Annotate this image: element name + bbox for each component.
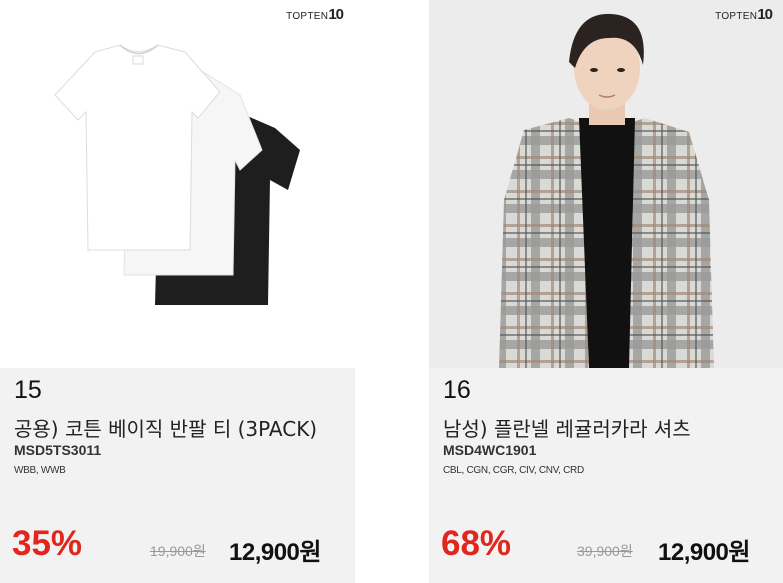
product-name[interactable]: 공용) 코튼 베이직 반팔 티 (3PACK) (14, 413, 317, 442)
flannel-shirt-model-image (499, 13, 714, 368)
product-name[interactable]: 남성) 플란넬 레귤러카라 셔츠 (443, 413, 691, 442)
discount-rate: 35% (12, 524, 83, 563)
product-code: MSD5TS3011 (14, 442, 102, 458)
color-codes: CBL, CGN, CGR, CIV, CNV, CRD (443, 465, 584, 476)
sale-price: 12,900원 (658, 539, 751, 566)
product-image[interactable]: TOPTEN10 (0, 0, 355, 368)
brand-logo: TOPTEN10 (286, 6, 344, 23)
original-price: 19,900원 (150, 543, 206, 559)
product-card-15[interactable]: TOPTEN10 15 공용) 코튼 베이직 반팔 티 (3PACK) MSD5… (0, 0, 355, 583)
product-card-16[interactable]: TOPTEN10 16 남성) 플란넬 레귤러카라 셔츠 MSD4WC1901 … (429, 0, 783, 583)
product-image[interactable]: TOPTEN10 (429, 0, 783, 368)
product-code: MSD4WC1901 (443, 442, 537, 458)
rank-number: 16 (443, 376, 471, 404)
original-price: 39,900원 (577, 543, 633, 559)
rank-number: 15 (14, 376, 42, 404)
discount-rate: 68% (441, 524, 512, 563)
brand-logo: TOPTEN10 (715, 6, 773, 23)
tshirt-3pack-image (54, 44, 300, 305)
color-codes: WBB, WWB (14, 465, 66, 476)
sale-price: 12,900원 (229, 539, 322, 566)
